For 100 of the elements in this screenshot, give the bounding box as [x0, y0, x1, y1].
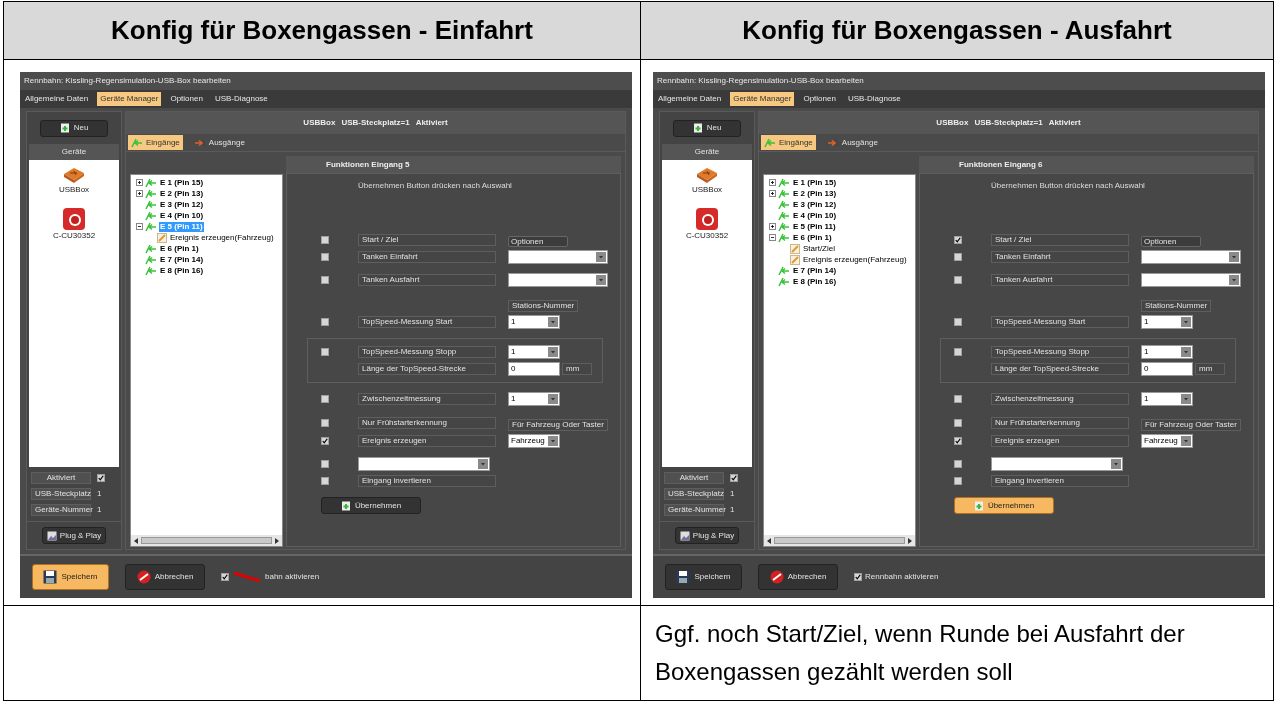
menu-item[interactable]: Optionen	[800, 92, 839, 106]
tab[interactable]: Eingänge	[128, 135, 183, 150]
apply-button[interactable]: Übernehmen	[321, 497, 421, 514]
input-field[interactable]: 0	[1141, 362, 1193, 376]
scroll-left-icon[interactable]	[766, 537, 772, 544]
dropdown[interactable]: 1	[1141, 315, 1193, 329]
plug-and-play-button[interactable]: Plug & Play	[674, 527, 740, 544]
checkbox[interactable]	[321, 318, 329, 326]
checkbox[interactable]	[854, 573, 862, 581]
tree-item[interactable]: Start/Ziel	[802, 243, 836, 254]
tree-item[interactable]: E 4 (Pin 10)	[792, 210, 838, 221]
menu-item[interactable]: USB-Diagnose	[211, 92, 271, 106]
tab[interactable]: Eingänge	[761, 135, 816, 150]
menu-item[interactable]: Geräte Manager	[97, 92, 162, 106]
checkbox[interactable]	[321, 437, 329, 445]
tab[interactable]: Ausgänge	[823, 135, 881, 150]
tree-item[interactable]: E 8 (Pin 16)	[792, 276, 838, 287]
expand-icon[interactable]	[136, 190, 143, 197]
expand-icon[interactable]	[769, 223, 776, 230]
tree-item[interactable]: E 3 (Pin 12)	[792, 199, 838, 210]
plug-and-play-button[interactable]: Plug & Play	[41, 527, 107, 544]
checkbox[interactable]	[321, 348, 329, 356]
control-unit-icon[interactable]	[696, 208, 718, 230]
checkbox[interactable]	[954, 235, 962, 244]
dropdown[interactable]: 1	[508, 392, 560, 406]
options-button[interactable]: Optionen	[1141, 236, 1201, 247]
menu-item[interactable]: Geräte Manager	[730, 92, 795, 106]
cancel-button[interactable]: Abbrechen	[125, 564, 205, 590]
tree-item[interactable]: Ereignis erzeugen(Fahrzeug)	[802, 254, 908, 265]
tree-item[interactable]: E 6 (Pin 1)	[159, 243, 200, 254]
save-button[interactable]: Speichern	[665, 564, 742, 590]
dropdown[interactable]	[1141, 273, 1241, 287]
dropdown[interactable]	[1141, 250, 1241, 264]
device-name[interactable]: USBBox	[691, 184, 723, 196]
horizontal-scrollbar[interactable]	[764, 535, 915, 546]
new-button[interactable]: Neu	[40, 119, 108, 137]
checkbox[interactable]	[321, 419, 329, 427]
options-button[interactable]: Optionen	[508, 236, 568, 247]
checkbox[interactable]	[321, 477, 329, 485]
new-button[interactable]: Neu	[673, 119, 741, 137]
tree-item[interactable]: E 1 (Pin 15)	[159, 177, 205, 188]
tree-item[interactable]: E 4 (Pin 10)	[159, 210, 205, 221]
apply-button[interactable]: Übernehmen	[954, 497, 1054, 514]
dropdown[interactable]: 1	[508, 315, 560, 329]
checkbox[interactable]	[730, 474, 738, 482]
dropdown[interactable]	[991, 457, 1123, 471]
collapse-icon[interactable]	[136, 223, 143, 230]
tree-item[interactable]: E 7 (Pin 14)	[159, 254, 205, 265]
dropdown[interactable]: 1	[1141, 345, 1193, 359]
checkbox[interactable]	[954, 253, 962, 261]
checkbox[interactable]	[321, 395, 329, 403]
tree-item[interactable]: E 5 (Pin 11)	[792, 221, 837, 232]
dropdown[interactable]	[508, 273, 608, 287]
tree-item[interactable]: Ereignis erzeugen(Fahrzeug)	[169, 232, 275, 243]
menu-item[interactable]: Optionen	[167, 92, 206, 106]
control-unit-icon[interactable]	[63, 208, 85, 230]
dropdown[interactable]: 1	[508, 345, 560, 359]
checkbox[interactable]	[321, 253, 329, 261]
checkbox[interactable]	[321, 235, 329, 244]
checkbox[interactable]	[221, 573, 229, 581]
tree-item[interactable]: E 7 (Pin 14)	[792, 265, 838, 276]
tree-item[interactable]: E 8 (Pin 16)	[159, 265, 205, 276]
device-name[interactable]: USBBox	[58, 184, 90, 196]
device-name[interactable]: C-CU30352	[685, 230, 729, 242]
checkbox[interactable]	[954, 419, 962, 427]
menu-item[interactable]: USB-Diagnose	[844, 92, 904, 106]
expand-icon[interactable]	[769, 190, 776, 197]
checkbox[interactable]	[954, 477, 962, 485]
checkbox[interactable]	[321, 276, 329, 284]
tree-item[interactable]: E 6 (Pin 1)	[792, 232, 833, 243]
scroll-right-icon[interactable]	[907, 537, 913, 544]
tree-item[interactable]: E 2 (Pin 13)	[792, 188, 838, 199]
checkbox[interactable]	[954, 395, 962, 403]
expand-icon[interactable]	[769, 179, 776, 186]
dropdown[interactable]: Fahrzeug	[508, 434, 560, 448]
tab[interactable]: Ausgänge	[190, 135, 248, 150]
save-button[interactable]: Speichern	[32, 564, 109, 590]
checkbox[interactable]	[97, 474, 105, 482]
collapse-icon[interactable]	[769, 234, 776, 241]
device-name[interactable]: C-CU30352	[52, 230, 96, 242]
checkbox[interactable]	[954, 348, 962, 356]
checkbox[interactable]	[954, 276, 962, 284]
tree-item[interactable]: E 1 (Pin 15)	[792, 177, 838, 188]
scroll-left-icon[interactable]	[133, 537, 139, 544]
checkbox[interactable]	[954, 318, 962, 326]
tree-item[interactable]: E 3 (Pin 12)	[159, 199, 205, 210]
expand-icon[interactable]	[136, 179, 143, 186]
cancel-button[interactable]: Abbrechen	[758, 564, 838, 590]
menu-item[interactable]: Allgemeine Daten	[22, 92, 92, 106]
dropdown[interactable]: 1	[1141, 392, 1193, 406]
scroll-right-icon[interactable]	[274, 537, 280, 544]
input-field[interactable]: 0	[508, 362, 560, 376]
checkbox[interactable]	[321, 460, 329, 468]
tree-item[interactable]: E 2 (Pin 13)	[159, 188, 205, 199]
dropdown[interactable]	[508, 250, 608, 264]
checkbox[interactable]	[954, 437, 962, 445]
dropdown[interactable]	[358, 457, 490, 471]
menu-item[interactable]: Allgemeine Daten	[655, 92, 725, 106]
checkbox[interactable]	[954, 460, 962, 468]
dropdown[interactable]: Fahrzeug	[1141, 434, 1193, 448]
